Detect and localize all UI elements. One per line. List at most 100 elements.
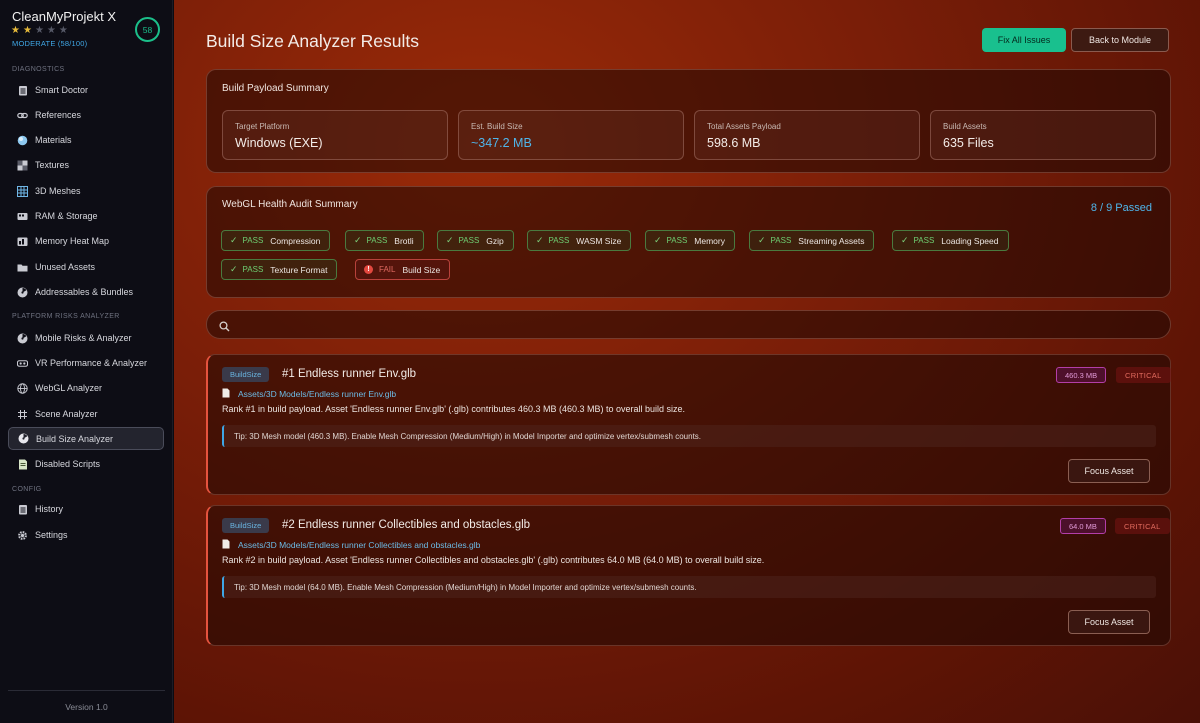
material-sphere-icon xyxy=(17,135,28,146)
health-score-ring: 58 xyxy=(135,17,160,42)
sidebar-item-label: RAM & Storage xyxy=(35,211,98,221)
heatmap-icon xyxy=(17,236,28,247)
sidebar-item-webgl-analyzer[interactable]: WebGL Analyzer xyxy=(8,377,164,399)
sidebar-divider xyxy=(8,690,165,691)
check-icon: ✓ xyxy=(230,235,238,245)
sidebar-item-ram-storage[interactable]: RAM & Storage xyxy=(8,205,164,227)
rating-label: MODERATE (58/100) xyxy=(12,39,88,48)
audit-status: PASS xyxy=(458,236,480,245)
category-tag: BuildSize xyxy=(222,367,270,382)
fix-all-issues-button[interactable]: Fix All Issues xyxy=(982,28,1066,52)
audit-name: Loading Speed xyxy=(941,235,999,246)
sidebar-item-history[interactable]: History xyxy=(8,498,164,520)
audit-chip-texture-format: ✓ PASS Texture Format xyxy=(221,259,338,280)
page-title: Build Size Analyzer Results xyxy=(206,31,420,51)
sidebar-item-label: Memory Heat Map xyxy=(35,236,110,246)
stat-card-build-assets: Build Assets 635 Files xyxy=(930,110,1156,160)
section-label-diagnostics: DIAGNOSTICS xyxy=(12,66,65,73)
star-icon: ★ xyxy=(22,25,35,36)
sidebar-item-references[interactable]: References xyxy=(8,104,164,126)
sidebar-item-mobile-risks[interactable]: Mobile Risks & Analyzer xyxy=(8,327,164,349)
star-icon: ★ xyxy=(11,25,23,36)
gear-icon xyxy=(17,530,28,541)
section-label-config: CONFIG xyxy=(12,486,42,493)
sidebar-item-scene-analyzer[interactable]: Scene Analyzer xyxy=(8,403,164,425)
audit-chip-gzip: ✓ PASS Gzip xyxy=(437,230,514,251)
audit-chip-compression: ✓ PASS Compression xyxy=(221,230,331,251)
search-input[interactable] xyxy=(241,316,1141,334)
stat-card-total-assets-payload: Total Assets Payload 598.6 MB xyxy=(694,110,920,160)
storage-icon xyxy=(17,211,28,222)
sidebar-item-settings[interactable]: Settings xyxy=(8,524,164,546)
sidebar-item-addressables-bundles[interactable]: Addressables & Bundles xyxy=(8,281,164,303)
sidebar-item-label: Build Size Analyzer xyxy=(36,433,114,444)
audit-status: PASS xyxy=(366,236,388,245)
audit-name: Brotli xyxy=(394,235,414,246)
sidebar-item-label: Textures xyxy=(35,160,70,170)
stat-label: Est. Build Size xyxy=(471,122,523,131)
file-icon xyxy=(222,539,230,551)
audit-status: PASS xyxy=(548,236,570,245)
audit-name: Build Size xyxy=(402,264,441,275)
stat-value: ~347.2 MB xyxy=(471,136,532,150)
audit-name: Texture Format xyxy=(270,264,328,275)
search-icon xyxy=(219,319,230,337)
result-card: BuildSize #1 Endless runner Env.glb 460.… xyxy=(206,354,1171,495)
script-icon xyxy=(17,459,28,470)
fail-icon: ! xyxy=(364,265,373,274)
build-payload-summary-panel: Build Payload Summary Target Platform Wi… xyxy=(206,69,1171,173)
sidebar-item-smart-doctor[interactable]: Smart Doctor xyxy=(8,79,164,101)
audit-chip-streaming-assets: ✓ PASS Streaming Assets xyxy=(749,230,875,251)
audit-chip-memory: ✓ PASS Memory xyxy=(645,230,735,251)
sidebar-item-label: Disabled Scripts xyxy=(35,459,101,469)
star-icon: ★ xyxy=(46,25,59,36)
sidebar-item-label: Scene Analyzer xyxy=(35,409,98,419)
sidebar-item-disabled-scripts[interactable]: Disabled Scripts xyxy=(8,453,164,475)
audit-status: PASS xyxy=(913,236,935,245)
globe-icon xyxy=(17,382,28,394)
sidebar-item-label: References xyxy=(35,110,82,120)
check-icon: ✓ xyxy=(446,235,454,245)
webgl-health-audit-panel: WebGL Health Audit Summary 8 / 9 Passed … xyxy=(206,186,1171,298)
asset-path[interactable]: Assets/3D Models/Endless runner Collecti… xyxy=(222,539,480,551)
audit-status: PASS xyxy=(242,265,264,274)
sidebar-item-label: VR Performance & Analyzer xyxy=(35,358,148,368)
sidebar-item-label: 3D Meshes xyxy=(35,186,81,196)
section-label-platform: PLATFORM RISKS ANALYZER xyxy=(12,313,120,320)
check-icon: ✓ xyxy=(354,235,362,245)
texture-grid-icon xyxy=(17,160,28,171)
check-icon: ✓ xyxy=(230,264,238,274)
star-icon: ★ xyxy=(58,25,71,36)
check-icon: ✓ xyxy=(901,235,909,245)
size-badge: 64.0 MB xyxy=(1060,518,1106,534)
focus-asset-button[interactable]: Focus Asset xyxy=(1068,610,1150,634)
result-description: Rank #1 in build payload. Asset 'Endless… xyxy=(222,404,686,414)
sidebar-item-label: Mobile Risks & Analyzer xyxy=(35,333,132,343)
sidebar-item-textures[interactable]: Textures xyxy=(8,154,164,176)
result-tip: Tip: 3D Mesh model (64.0 MB). Enable Mes… xyxy=(222,576,1156,598)
sidebar-item-memory-heat-map[interactable]: Memory Heat Map xyxy=(8,230,164,252)
sidebar-item-label: Smart Doctor xyxy=(35,85,89,95)
audit-chip-wasm-size: ✓ PASS WASM Size xyxy=(527,230,632,251)
focus-asset-button[interactable]: Focus Asset xyxy=(1068,459,1150,483)
stat-value: 635 Files xyxy=(943,136,994,150)
sidebar-item-unused-assets[interactable]: Unused Assets xyxy=(8,256,164,278)
audit-status: FAIL xyxy=(379,265,396,274)
sidebar-item-vr-performance[interactable]: VR Performance & Analyzer xyxy=(8,352,164,374)
result-description: Rank #2 in build payload. Asset 'Endless… xyxy=(222,555,765,565)
sidebar-item-label: History xyxy=(35,504,64,514)
asset-path[interactable]: Assets/3D Models/Endless runner Env.glb xyxy=(222,388,396,400)
back-to-module-button[interactable]: Back to Module xyxy=(1071,28,1169,52)
audit-name: Memory xyxy=(694,235,725,246)
sidebar-item-3d-meshes[interactable]: 3D Meshes xyxy=(8,180,164,202)
search-bar[interactable] xyxy=(206,310,1171,339)
sidebar-item-build-size-analyzer[interactable]: Build Size Analyzer xyxy=(8,427,164,450)
sidebar: CleanMyProjekt X ★★★★★ MODERATE (58/100)… xyxy=(0,0,173,723)
sidebar-item-materials[interactable]: Materials xyxy=(8,129,164,151)
folder-icon xyxy=(17,262,28,273)
audit-chip-loading-speed: ✓ PASS Loading Speed xyxy=(892,230,1009,251)
asset-path-text: Assets/3D Models/Endless runner Collecti… xyxy=(238,540,481,550)
stat-value: 598.6 MB xyxy=(707,136,761,150)
mesh-grid-icon xyxy=(17,185,28,197)
sidebar-item-label: Addressables & Bundles xyxy=(35,287,134,297)
